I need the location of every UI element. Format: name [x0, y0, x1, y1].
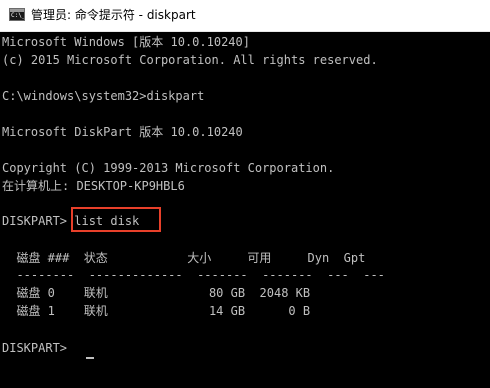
disk-table-separator: -------- ------------- ------- ------- -…	[2, 268, 385, 282]
diskpart-version-line: Microsoft DiskPart 版本 10.0.10240	[2, 125, 243, 139]
final-diskpart-prompt: DISKPART>	[2, 341, 68, 355]
microsoft-copyright-line: (c) 2015 Microsoft Corporation. All righ…	[2, 53, 378, 67]
diskpart-prompt: DISKPART>	[2, 214, 75, 228]
console-output[interactable]: Microsoft Windows [版本 10.0.10240] (c) 20…	[0, 32, 490, 388]
title-bar[interactable]: C:\_ 管理员: 命令提示符 - diskpart	[0, 0, 490, 32]
disk-table-header: 磁盘 ### 状态 大小 可用 Dyn Gpt	[2, 251, 366, 265]
text-cursor	[86, 357, 94, 359]
disk-table-row: 磁盘 0 联机 80 GB 2048 KB	[2, 286, 311, 300]
command-prompt-window: C:\_ 管理员: 命令提示符 - diskpart Microsoft Win…	[0, 0, 490, 388]
windows-version-line: Microsoft Windows [版本 10.0.10240]	[2, 35, 250, 49]
console-icon-label: C:\_	[11, 12, 25, 19]
window-title: 管理员: 命令提示符 - diskpart	[31, 8, 196, 22]
console-app-icon[interactable]: C:\_	[9, 8, 25, 21]
command-highlight-box	[71, 207, 161, 232]
computer-name-line: 在计算机上: DESKTOP-KP9HBL6	[2, 179, 185, 193]
diskpart-launch-line: C:\windows\system32>diskpart	[2, 89, 205, 103]
disk-table-row: 磁盘 1 联机 14 GB 0 B	[2, 304, 311, 318]
diskpart-copyright-line: Copyright (C) 1999-2013 Microsoft Corpor…	[2, 161, 335, 175]
